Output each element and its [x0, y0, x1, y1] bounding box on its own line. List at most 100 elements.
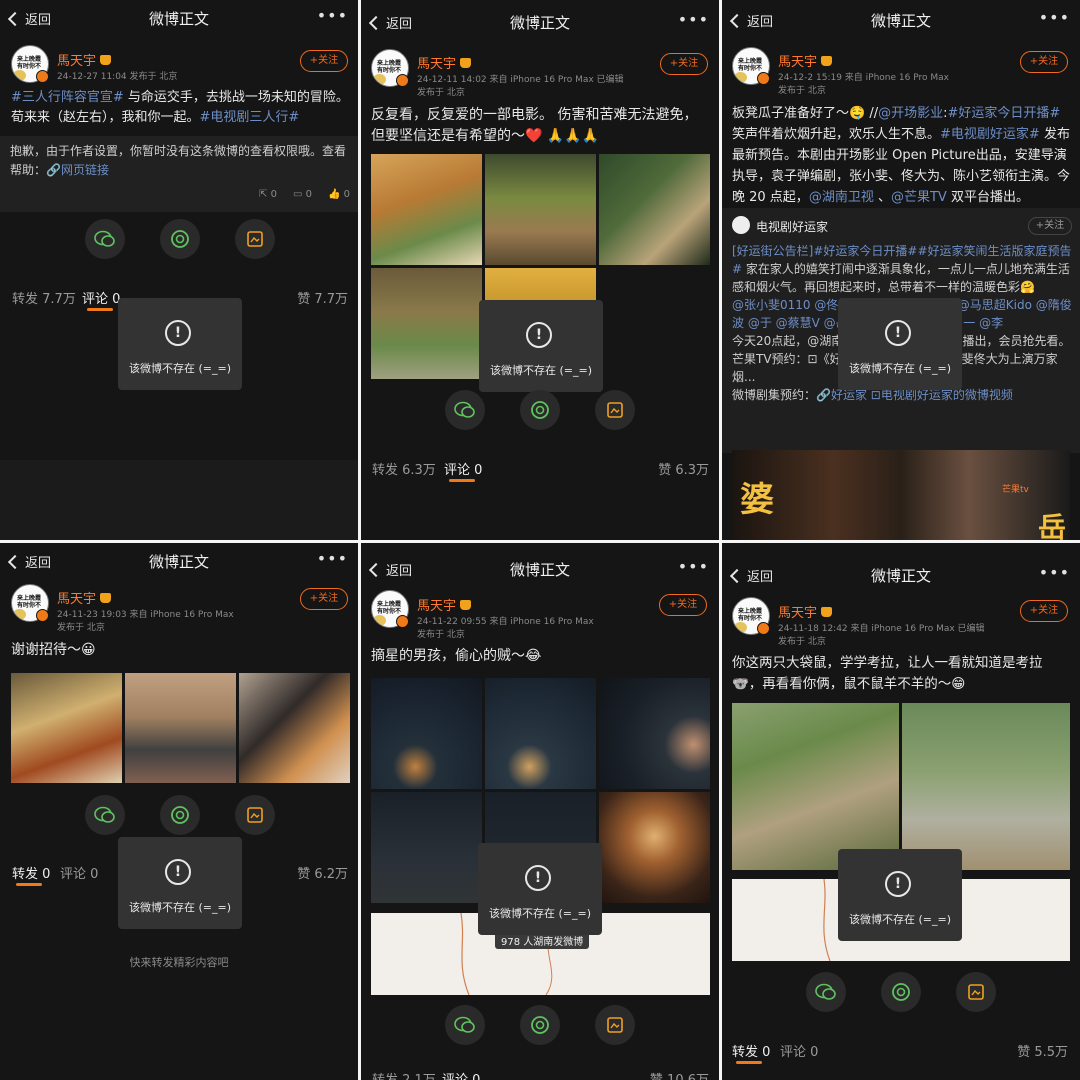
photo[interactable]: [599, 792, 710, 903]
repost-follow-button[interactable]: +关注: [1028, 217, 1072, 235]
tab-comment[interactable]: 评论 0: [444, 459, 482, 478]
toast-message: 该微博不存在 (=_=): [128, 362, 231, 375]
wechat-icon[interactable]: [806, 972, 846, 1012]
wechat-icon[interactable]: [445, 390, 485, 430]
topic-link[interactable]: #电视剧好运家#: [940, 127, 1040, 142]
mention-link[interactable]: @开场影业: [878, 106, 943, 121]
crown-icon: [460, 599, 472, 610]
wechat-icon[interactable]: [445, 1005, 485, 1045]
tab-repost[interactable]: 转发 0: [732, 1041, 770, 1060]
moments-icon[interactable]: [160, 219, 200, 259]
save-image-icon[interactable]: [595, 1005, 635, 1045]
photo[interactable]: [485, 268, 596, 300]
tab-repost[interactable]: 转发 7.7万: [12, 288, 76, 307]
save-image-icon[interactable]: [595, 390, 635, 430]
tab-comment[interactable]: 评论 0: [780, 1041, 818, 1060]
avatar-face-icon: [373, 74, 386, 85]
moments-icon[interactable]: [520, 1005, 560, 1045]
user-name[interactable]: 馬天宇: [57, 50, 112, 69]
follow-button[interactable]: +关注: [300, 588, 348, 610]
topic-link[interactable]: 🔗好运家: [816, 388, 867, 402]
repost-author[interactable]: 电视剧好运家: [756, 218, 828, 235]
photo[interactable]: [599, 678, 710, 789]
wechat-icon[interactable]: [85, 219, 125, 259]
photo[interactable]: [732, 703, 899, 870]
avatar-face-icon: [373, 615, 386, 626]
topic-link[interactable]: #电视剧三人行#: [200, 110, 300, 125]
follow-button[interactable]: +关注: [660, 53, 708, 75]
tab-repost[interactable]: 转发 0: [12, 863, 50, 882]
avatar-text: 来上晚霞 有时你不: [17, 595, 42, 609]
photo[interactable]: [902, 703, 1070, 870]
verified-badge-icon: [757, 622, 770, 635]
verified-badge-icon: [396, 74, 409, 87]
tab-like[interactable]: 赞 5.5万: [1017, 1041, 1068, 1060]
photo[interactable]: [371, 268, 482, 379]
save-image-icon[interactable]: [956, 972, 996, 1012]
tab-comment[interactable]: 评论 0: [442, 1069, 480, 1080]
photo[interactable]: [371, 678, 482, 789]
tab-like[interactable]: 赞 7.7万: [297, 288, 348, 307]
photo[interactable]: [485, 154, 596, 265]
follow-button[interactable]: +关注: [1020, 51, 1068, 73]
more-icon[interactable]: •••: [317, 549, 348, 568]
toast-message: 该微博不存在 (=_=): [848, 362, 951, 375]
tab-repost[interactable]: 转发 6.3万: [372, 459, 436, 478]
tab-comment[interactable]: 评论 0: [60, 863, 98, 882]
photo[interactable]: [125, 673, 236, 783]
user-name[interactable]: 馬天宇: [57, 588, 112, 607]
header: 返回 微博正文 •••: [361, 4, 719, 40]
page-title: 微博正文: [509, 14, 570, 32]
follow-button[interactable]: +关注: [300, 50, 348, 72]
help-link-text: 网页链接: [60, 163, 109, 177]
comment-count-icon[interactable]: ▭ 0: [293, 185, 312, 204]
tab-repost[interactable]: 转发 2.1万: [372, 1069, 436, 1080]
post-text: 你这两只大袋鼠，学学考拉，让人一看就知道是考拉🐨，再看看你俩，鼠不鼠羊不羊的～😁: [732, 655, 1043, 692]
photo[interactable]: [11, 673, 122, 783]
tab-like[interactable]: 赞 10.6万: [650, 1069, 709, 1080]
mention-link[interactable]: @湖南卫视: [809, 190, 874, 205]
crown-icon: [460, 57, 472, 68]
photo[interactable]: [371, 792, 482, 903]
post-time: 24-12-11 14:02 来自 iPhone 16 Pro Max 已编辑: [417, 75, 624, 85]
tab-bar: 转发 2.1万 评论 0 赞 10.6万: [361, 1069, 719, 1080]
video-thumbnail[interactable]: 婆 岳 芒果tv: [732, 450, 1070, 540]
help-link[interactable]: 🔗网页链接: [46, 163, 109, 177]
follow-button[interactable]: +关注: [1020, 600, 1068, 622]
more-icon[interactable]: •••: [1039, 8, 1070, 27]
video-link[interactable]: ⊡电视剧好运家的微博视频: [871, 388, 1013, 402]
text-segment: 双平台播出。: [946, 190, 1029, 205]
screenshot-grid: 返回 微博正文 ••• 来上晚霞 有时你不 馬天宇 24-12-27 11:04…: [0, 0, 1080, 1080]
photo[interactable]: [239, 673, 350, 783]
error-toast: ! 该微博不存在 (=_=): [838, 849, 962, 941]
like-count-icon[interactable]: 👍 0: [328, 185, 350, 204]
photo[interactable]: [485, 678, 596, 789]
moments-icon[interactable]: [520, 390, 560, 430]
crown-icon: [100, 54, 112, 65]
tab-like[interactable]: 赞 6.2万: [297, 863, 348, 882]
user-name[interactable]: 馬天宇: [778, 51, 833, 70]
user-name[interactable]: 馬天宇: [778, 602, 833, 621]
save-image-icon[interactable]: [235, 795, 275, 835]
photo[interactable]: [599, 154, 710, 265]
more-icon[interactable]: •••: [1039, 563, 1070, 582]
mention-link[interactable]: @芒果TV: [891, 190, 947, 205]
wechat-icon[interactable]: [85, 795, 125, 835]
more-icon[interactable]: •••: [678, 10, 709, 29]
topic-link[interactable]: #三人行阵容官宣#: [11, 90, 124, 105]
save-image-icon[interactable]: [235, 219, 275, 259]
repost-avatar[interactable]: [732, 216, 750, 234]
forward-count-icon[interactable]: ⇱ 0: [259, 185, 277, 204]
note-stats: ⇱ 0 ▭ 0 👍 0: [259, 185, 350, 204]
tab-like[interactable]: 赞 6.3万: [658, 459, 709, 478]
topic-link[interactable]: #好运家今日开播#: [948, 106, 1061, 121]
moments-icon[interactable]: [160, 795, 200, 835]
user-name[interactable]: 馬天宇: [417, 53, 472, 72]
photo[interactable]: [371, 154, 482, 265]
user-name[interactable]: 馬天宇: [417, 595, 472, 614]
follow-button[interactable]: +关注: [659, 594, 707, 616]
moments-icon[interactable]: [881, 972, 921, 1012]
tab-comment[interactable]: 评论 0: [82, 288, 120, 307]
more-icon[interactable]: •••: [678, 557, 709, 576]
more-icon[interactable]: •••: [317, 6, 348, 25]
